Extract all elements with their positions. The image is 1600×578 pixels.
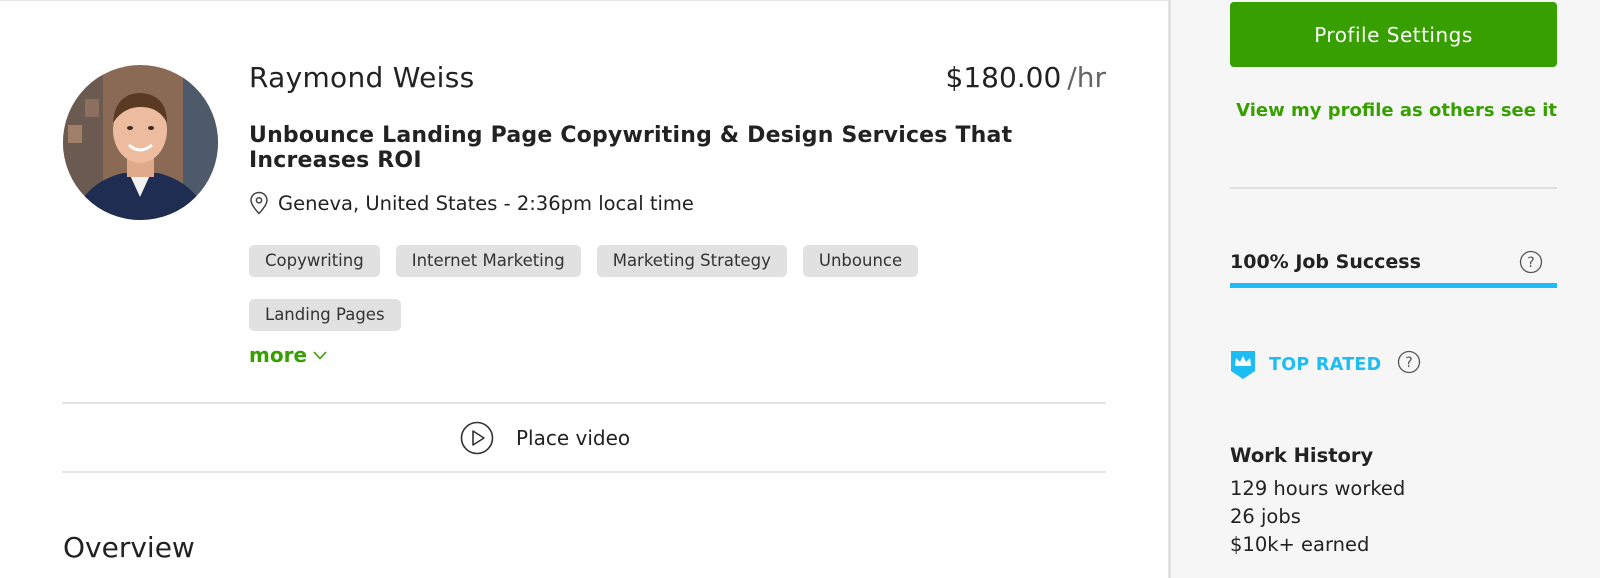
chevron-down-icon bbox=[313, 350, 327, 360]
sidebar-divider bbox=[1230, 187, 1557, 189]
location: Geneva, United States - 2:36pm local tim… bbox=[249, 191, 694, 215]
svg-text:?: ? bbox=[1527, 255, 1534, 271]
job-success-label: 100% Job Success bbox=[1230, 251, 1421, 273]
jobs-count: 26 jobs bbox=[1230, 505, 1301, 528]
profile-settings-button[interactable]: Profile Settings bbox=[1230, 2, 1557, 67]
question-circle-icon[interactable]: ? bbox=[1519, 250, 1543, 278]
avatar-photo bbox=[63, 65, 218, 220]
job-success-bar bbox=[1230, 283, 1557, 288]
avatar bbox=[63, 65, 218, 220]
profile-title: Unbounce Landing Page Copywriting & Desi… bbox=[249, 123, 1013, 173]
divider bbox=[62, 471, 1106, 473]
map-pin-icon bbox=[249, 191, 269, 215]
place-video-label: Place video bbox=[516, 426, 631, 450]
profile-main-panel: Raymond Weiss $180.00/hr Unbounce Landin… bbox=[0, 0, 1168, 578]
top-rated-badge: TOP RATED bbox=[1230, 350, 1382, 380]
hours-worked: 129 hours worked bbox=[1230, 477, 1406, 500]
hourly-rate: $180.00/hr bbox=[806, 61, 1107, 94]
svg-text:?: ? bbox=[1405, 355, 1412, 371]
rate-unit: /hr bbox=[1067, 61, 1106, 94]
more-label: more bbox=[249, 343, 308, 367]
skill-tag[interactable]: Internet Marketing bbox=[395, 245, 581, 277]
overview-heading: Overview bbox=[63, 531, 195, 564]
view-profile-as-others-link[interactable]: View my profile as others see it bbox=[1230, 100, 1557, 121]
location-text: Geneva, United States - 2:36pm local tim… bbox=[278, 191, 694, 215]
skills-list: Copywriting Internet Marketing Marketing… bbox=[249, 245, 1009, 331]
total-earned: $10k+ earned bbox=[1230, 533, 1370, 556]
rate-amount: $180.00 bbox=[945, 61, 1062, 94]
profile-name: Raymond Weiss bbox=[249, 61, 475, 94]
crown-badge-icon bbox=[1230, 350, 1256, 380]
skill-tag[interactable]: Marketing Strategy bbox=[596, 245, 787, 277]
skill-tag[interactable]: Landing Pages bbox=[249, 299, 401, 331]
work-history-title: Work History bbox=[1230, 444, 1374, 467]
question-circle-icon[interactable]: ? bbox=[1397, 350, 1421, 378]
top-rated-label: TOP RATED bbox=[1269, 355, 1382, 375]
play-circle-icon bbox=[460, 421, 494, 455]
job-success-bar-fill bbox=[1230, 283, 1557, 288]
place-video-button[interactable]: Place video bbox=[460, 421, 630, 455]
more-skills-link[interactable]: more bbox=[249, 343, 327, 367]
divider bbox=[62, 402, 1106, 404]
skill-tag[interactable]: Copywriting bbox=[249, 245, 380, 277]
skill-tag[interactable]: Unbounce bbox=[802, 245, 919, 277]
